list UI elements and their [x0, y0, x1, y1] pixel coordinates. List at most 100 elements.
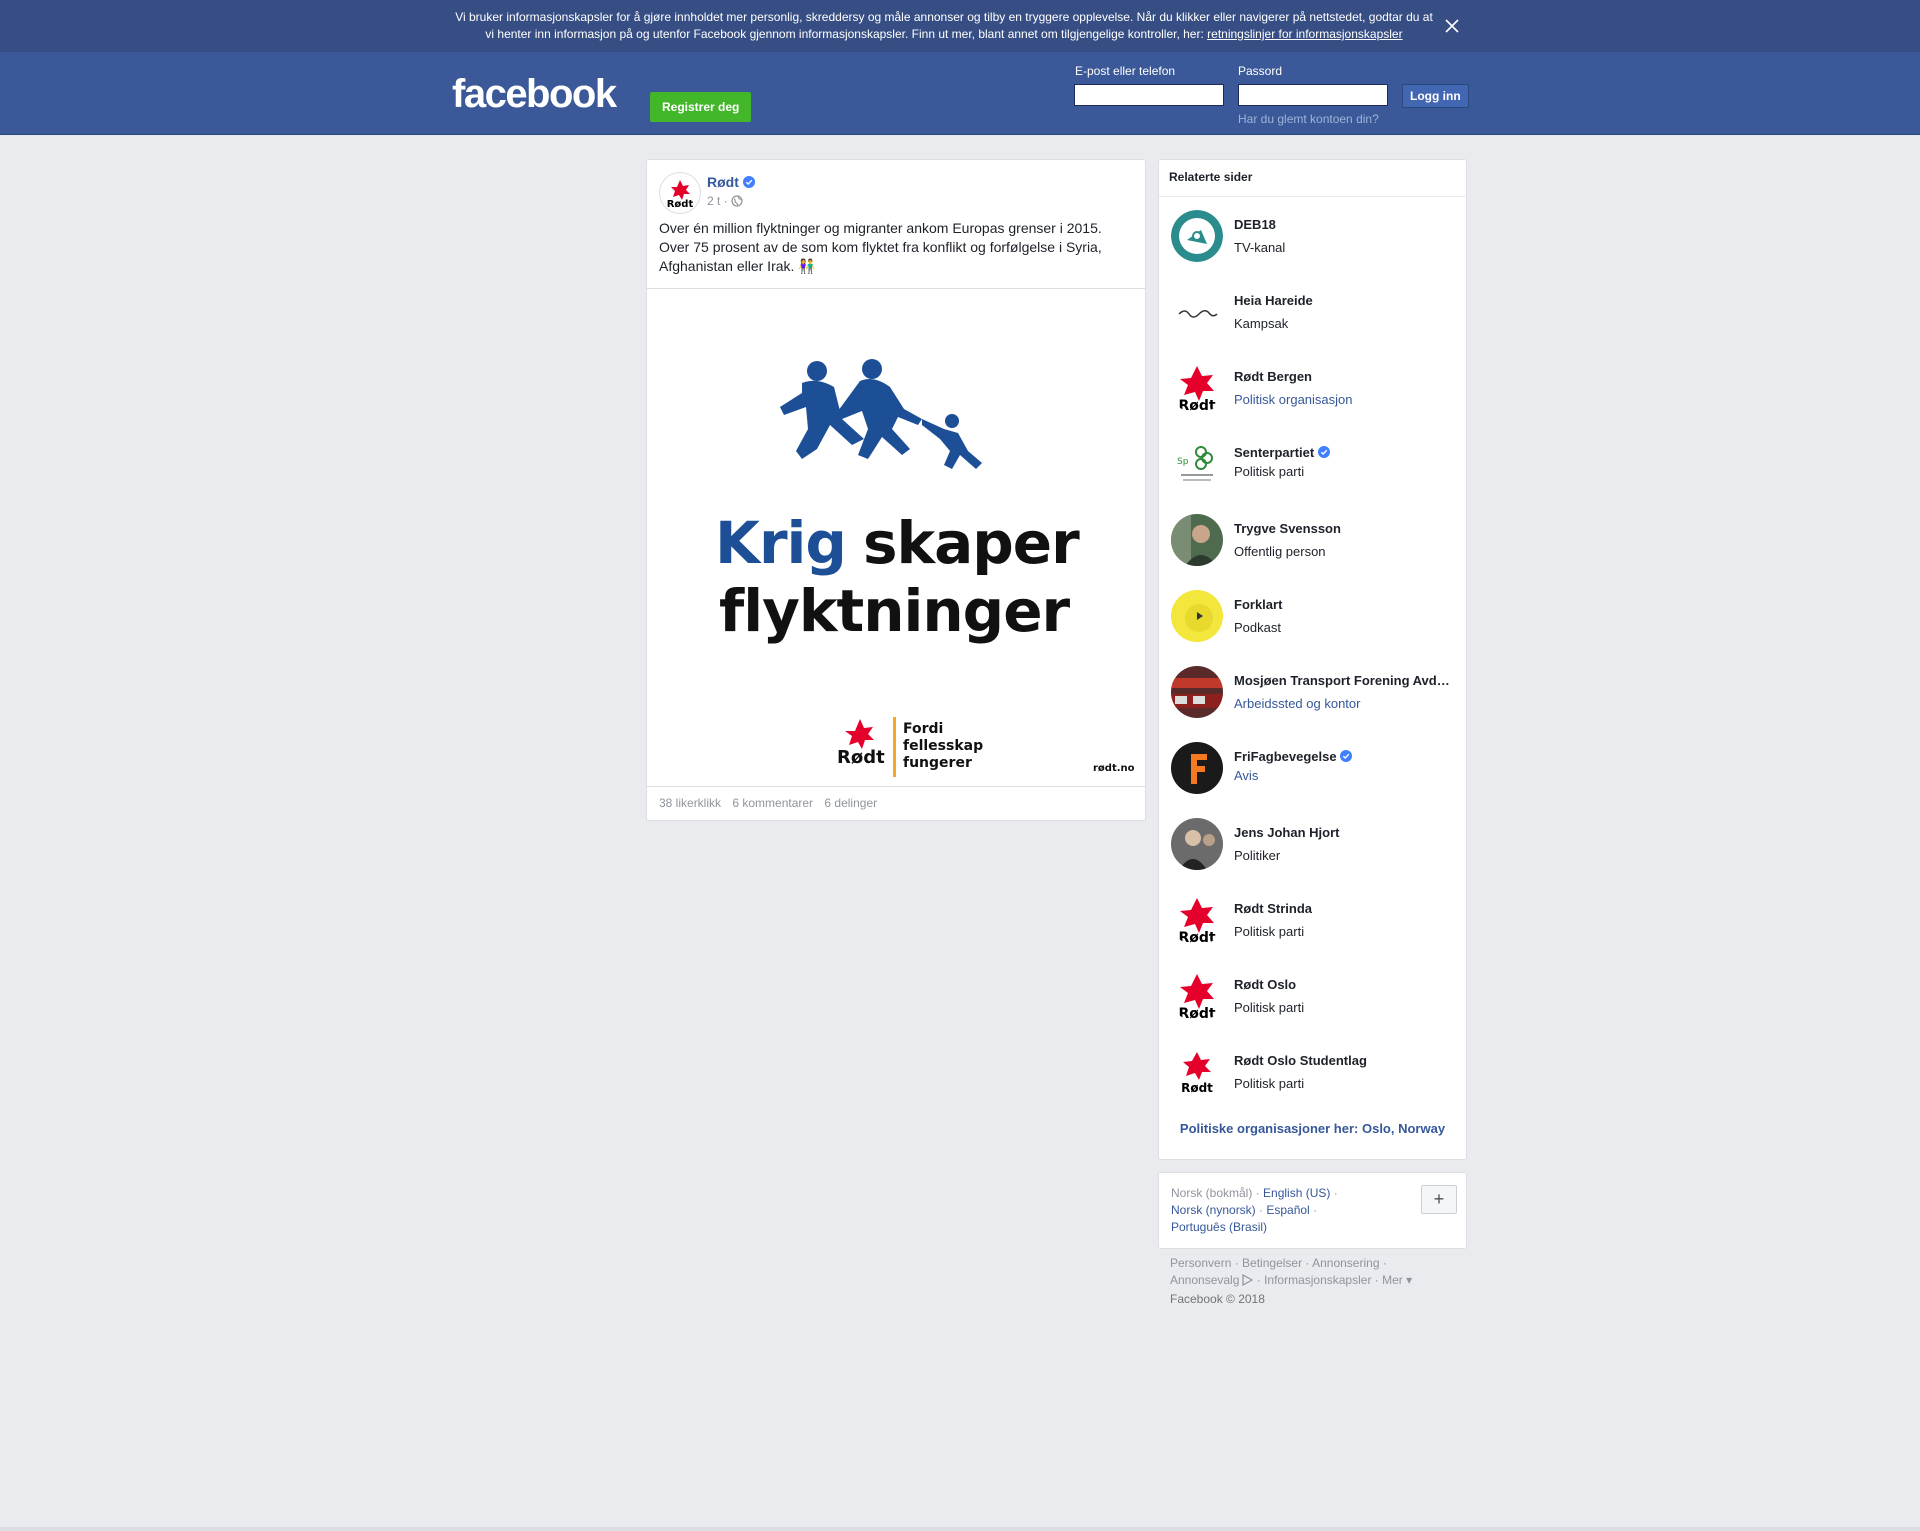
globe-icon	[731, 195, 743, 210]
related-item-name: Jens Johan Hjort	[1234, 825, 1340, 840]
related-item-name: FriFagbevegelse	[1234, 749, 1459, 764]
forgot-account-link[interactable]: Har du glemt kontoen din?	[1238, 112, 1379, 126]
frifagbevegelse-avatar	[1171, 742, 1223, 794]
related-item-rodt-strinda[interactable]: Rødt Rødt Strinda Politisk parti	[1171, 894, 1461, 954]
person-photo-avatar	[1171, 818, 1223, 870]
password-field[interactable]	[1238, 84, 1388, 106]
mosjoen-avatar	[1171, 666, 1223, 718]
post-image[interactable]: Krig skaper flyktninger Rødt Fordi felle…	[647, 288, 1145, 787]
fleeing-family-illustration	[780, 359, 982, 469]
shares-count[interactable]: 6 delinger	[824, 796, 877, 810]
svg-text:Rødt: Rødt	[667, 199, 694, 210]
language-current: Norsk (bokmål)	[1171, 1186, 1253, 1200]
ad-choices-icon	[1241, 1273, 1254, 1291]
language-portugues-brasil[interactable]: Português (Brasil)	[1171, 1220, 1267, 1234]
copyright: Facebook © 2018	[1170, 1292, 1265, 1306]
related-item-name: DEB18	[1234, 217, 1276, 232]
poster-word-skaper: skaper	[863, 509, 1080, 577]
related-item-frifagbevegelse[interactable]: FriFagbevegelse Avis	[1171, 742, 1461, 802]
more-languages-button[interactable]: +	[1421, 1185, 1457, 1214]
verified-badge-icon	[1340, 750, 1353, 762]
footer-link-ad-choices[interactable]: Annonsevalg	[1170, 1273, 1239, 1287]
related-item-rodt-oslo-studentlag[interactable]: Rødt Rødt Oslo Studentlag Politisk parti	[1171, 1046, 1461, 1106]
footer-link-terms[interactable]: Betingelser	[1242, 1256, 1302, 1270]
related-item-mosjoen-transport[interactable]: Mosjøen Transport Forening Avd… Arbeidss…	[1171, 666, 1461, 726]
related-item-category: Politisk parti	[1234, 1000, 1305, 1015]
poster-slogan-line3: fungerer	[903, 755, 972, 771]
deb18-avatar	[1171, 210, 1223, 262]
related-item-rodt-bergen[interactable]: Rødt Rødt Bergen Politisk organisasjon	[1171, 362, 1461, 422]
comments-count[interactable]: 6 kommentarer	[732, 796, 813, 810]
related-item-category: Politisk parti	[1234, 1076, 1305, 1091]
political-orgs-oslo-link[interactable]: Politiske organisasjoner her: Oslo, Norw…	[1159, 1121, 1466, 1136]
related-item-jens-johan-hjort[interactable]: Jens Johan Hjort Politiker	[1171, 818, 1461, 878]
related-item-category[interactable]: Avis	[1234, 768, 1258, 783]
related-item-forklart[interactable]: Forklart Podkast	[1171, 590, 1461, 650]
related-item-name: Mosjøen Transport Forening Avd…	[1234, 673, 1450, 688]
related-item-category: Politiker	[1234, 848, 1281, 863]
rodt-logo-avatar: Rødt	[1171, 362, 1223, 414]
register-button[interactable]: Registrer deg	[650, 92, 752, 122]
svg-text:Rødt: Rødt	[1178, 930, 1215, 946]
close-icon[interactable]	[1440, 14, 1464, 38]
related-item-category: Politisk parti	[1234, 464, 1305, 479]
related-item-trygve-svensson[interactable]: Trygve Svensson Offentlig person	[1171, 514, 1461, 574]
footer-links: Personvern · Betingelser · Annonsering ·…	[1170, 1256, 1413, 1306]
related-item-name: Rødt Oslo Studentlag	[1234, 1053, 1367, 1068]
likes-count[interactable]: 38 likerklikk	[659, 796, 721, 810]
related-item-senterpartiet[interactable]: Sp Senterpartiet Politisk parti	[1171, 438, 1461, 498]
related-item-name: Rødt Oslo	[1234, 977, 1297, 992]
related-item-name: Senterpartiet	[1234, 445, 1459, 460]
post-author-name: Rødt	[707, 174, 739, 190]
svg-text:Rødt: Rødt	[1178, 398, 1215, 414]
related-item-category[interactable]: Politisk organisasjon	[1234, 392, 1353, 407]
post-author-link[interactable]: Rødt	[707, 174, 755, 190]
related-item-name: Trygve Svensson	[1234, 521, 1341, 536]
related-item-category[interactable]: Arbeidssted og kontor	[1234, 696, 1360, 711]
poster-slogan: Fordi fellesskap fungerer	[903, 721, 983, 772]
post-card: Rødt Rødt 2 t · Over én million flyktnin…	[646, 159, 1146, 821]
forklart-avatar	[1171, 590, 1223, 642]
rodt-logo-avatar: Rødt	[1171, 894, 1223, 946]
cookie-policy-link[interactable]: retningslinjer for informasjonskapsler	[1207, 27, 1402, 41]
footer-link-more[interactable]: Mer ▾	[1382, 1273, 1412, 1287]
footer-link-advertising[interactable]: Annonsering	[1312, 1256, 1379, 1270]
related-item-category: Kampsak	[1234, 316, 1289, 331]
email-label: E-post eller telefon	[1075, 64, 1176, 78]
poster-word-krig: Krig	[715, 509, 847, 577]
password-label: Passord	[1238, 64, 1283, 78]
email-field[interactable]	[1074, 84, 1224, 106]
poster-word-flyktninger: flyktninger	[719, 577, 1070, 645]
language-norsk-nynorsk[interactable]: Norsk (nynorsk)	[1171, 1203, 1256, 1217]
cookie-banner: Vi bruker informasjonskapsler for å gjør…	[0, 0, 1920, 53]
related-item-category: Politisk parti	[1234, 924, 1305, 939]
related-item-category: Podkast	[1234, 620, 1281, 635]
person-photo-avatar	[1171, 514, 1223, 566]
verified-badge-icon	[1317, 446, 1330, 458]
language-list: Norsk (bokmål) · English (US) · Norsk (n…	[1171, 1186, 1338, 1234]
footer-link-cookies[interactable]: Informasjonskapsler	[1264, 1273, 1371, 1287]
cookie-text: Vi bruker informasjonskapsler for å gjør…	[452, 9, 1436, 43]
post-timestamp[interactable]: 2 t ·	[707, 194, 731, 208]
related-item-heia-hareide[interactable]: Heia Hareide Kampsak	[1171, 286, 1461, 346]
facebook-logo[interactable]: facebook	[452, 74, 617, 114]
footer-link-privacy[interactable]: Personvern	[1170, 1256, 1231, 1270]
svg-text:Sp: Sp	[1177, 457, 1189, 467]
login-button[interactable]: Logg inn	[1402, 84, 1469, 108]
language-english-us[interactable]: English (US)	[1263, 1186, 1330, 1200]
poster-url: rødt.no	[1093, 763, 1135, 774]
post-stats: 38 likerklikk 6 kommentarer 6 delinger	[659, 796, 885, 810]
poster-rodt-text: Rødt	[837, 747, 885, 768]
divider	[1159, 196, 1466, 197]
rodt-logo-avatar[interactable]: Rødt	[659, 172, 701, 214]
rodt-logo-avatar: Rødt	[1171, 1046, 1223, 1098]
post-text: Over én million flyktninger og migranter…	[659, 220, 1102, 274]
related-item-category: TV-kanal	[1234, 240, 1286, 255]
poster-divider	[893, 717, 896, 777]
language-espanol[interactable]: Español	[1266, 1203, 1309, 1217]
related-item-category: Offentlig person	[1234, 544, 1326, 559]
related-item-rodt-oslo[interactable]: Rødt Rødt Oslo Politisk parti	[1171, 970, 1461, 1030]
svg-text:Rødt: Rødt	[1181, 1081, 1213, 1095]
related-item-deb18[interactable]: DEB18 TV-kanal	[1171, 210, 1461, 270]
poster-slogan-line1: Fordi	[903, 721, 944, 737]
